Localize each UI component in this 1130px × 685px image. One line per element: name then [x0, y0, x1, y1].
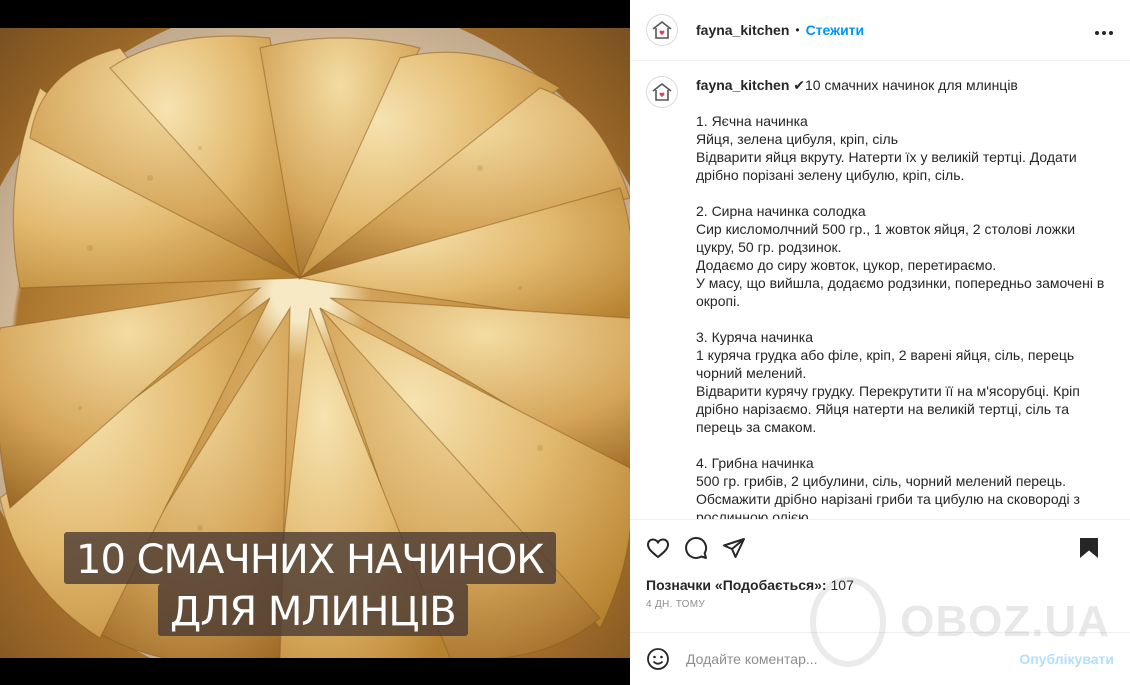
recipe-line: Обсмажити дрібно нарізані гриби та цибул…	[696, 491, 1080, 519]
post-timestamp[interactable]: 4 ДН. ТОМУ	[646, 599, 1114, 610]
recipe-line: 1 куряча грудка або філе, кріп, 2 варені…	[696, 347, 1075, 381]
likes-number: 107	[830, 577, 854, 593]
recipe-section: 3. Куряча начинка 1 куряча грудка або філ…	[696, 328, 1114, 436]
more-options-icon[interactable]	[1094, 19, 1114, 42]
post-photo[interactable]: 10 СМАЧНИХ НАЧИНОК ДЛЯ МЛИНЦІВ	[0, 0, 630, 685]
recipe-section: 1. Яєчна начинка Яйця, зелена цибуля, крі…	[696, 112, 1114, 184]
likes-count[interactable]: Позначки «Подобається»: 107	[646, 577, 1114, 593]
recipe-heading: 1. Яєчна начинка	[696, 113, 808, 129]
likes-label: Позначки «Подобається»:	[646, 577, 827, 593]
emoji-icon[interactable]	[646, 647, 670, 671]
post-side-panel: fayna_kitchen • Стежити fayna_kitchen ✔1…	[630, 0, 1130, 685]
post-actions: Позначки «Подобається»: 107 4 ДН. ТОМУ	[630, 519, 1130, 610]
caption-username[interactable]: fayna_kitchen	[696, 77, 789, 93]
recipe-line: Яйця, зелена цибуля, кріп, сіль	[696, 131, 898, 147]
caption-text: fayna_kitchen ✔10 смачних начинок для мл…	[696, 76, 1114, 519]
recipe-section: 2. Сирна начинка солодка Сир кисломолчний…	[696, 202, 1114, 310]
pancakes-image: 10 СМАЧНИХ НАЧИНОК ДЛЯ МЛИНЦІВ	[0, 28, 630, 658]
header-username[interactable]: fayna_kitchen	[696, 22, 789, 38]
comment-input[interactable]: Додайте коментар...	[686, 651, 1019, 667]
recipe-line: У масу, що вийшла, додаємо родзинки, поп…	[696, 275, 1105, 309]
share-paper-plane-icon[interactable]	[722, 536, 746, 560]
post-caption: fayna_kitchen ✔10 смачних начинок для мл…	[630, 62, 1130, 519]
house-heart-icon	[652, 20, 672, 39]
follow-button[interactable]: Стежити	[806, 22, 865, 38]
avatar[interactable]	[646, 14, 678, 46]
recipe-line: Сир кисломолчний 500 гр., 1 жовток яйця,…	[696, 221, 1076, 255]
post-header: fayna_kitchen • Стежити	[630, 0, 1130, 61]
recipe-line: 500 гр. грибів, 2 цибулини, сіль, чорний…	[696, 473, 1067, 489]
caption-avatar[interactable]	[646, 76, 678, 108]
photo-caption-line2: ДЛЯ МЛИНЦІВ	[158, 584, 468, 636]
house-heart-icon	[652, 82, 672, 101]
post-caption-scroll[interactable]: fayna_kitchen ✔10 смачних начинок для мл…	[630, 62, 1130, 519]
bookmark-icon[interactable]	[1078, 536, 1100, 560]
recipe-heading: 3. Куряча начинка	[696, 329, 814, 345]
header-separator: •	[795, 23, 800, 37]
recipe-section: 4. Грибна начинка 500 гр. грибів, 2 цибул…	[696, 454, 1114, 519]
publish-comment-button[interactable]: Опублікувати	[1019, 651, 1114, 667]
recipe-line: Додаємо до сиру жовток, цукор, перетирає…	[696, 257, 997, 273]
recipe-line: Відварити курячу грудку. Перекрутити її …	[696, 383, 1080, 435]
comment-bar: Додайте коментар... Опублікувати	[630, 632, 1130, 685]
comment-bubble-icon[interactable]	[684, 536, 708, 560]
like-heart-icon[interactable]	[646, 536, 670, 560]
recipe-heading: 4. Грибна начинка	[696, 455, 814, 471]
recipe-heading: 2. Сирна начинка солодка	[696, 203, 866, 219]
photo-caption-line1: 10 СМАЧНИХ НАЧИНОК	[64, 532, 556, 584]
caption-title: ✔10 смачних начинок для млинців	[793, 77, 1018, 93]
recipe-line: Відварити яйця вкруту. Натерти їх у вели…	[696, 149, 1077, 183]
